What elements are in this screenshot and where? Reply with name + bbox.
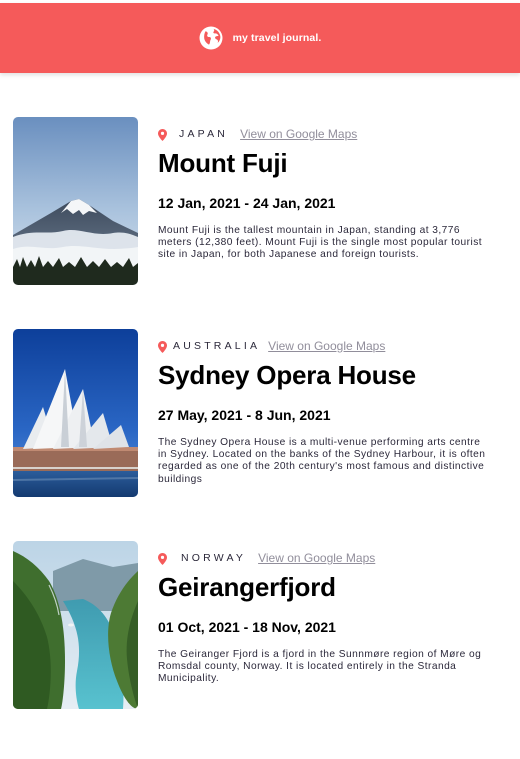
- journal-entry: AUSTRALIA View on Google Maps Sydney Ope…: [13, 329, 508, 499]
- entry-country: JAPAN: [179, 128, 229, 140]
- entry-photo-geirangerfjord: [13, 541, 138, 709]
- location-pin-icon: [158, 128, 167, 141]
- location-pin-icon: [158, 340, 167, 353]
- travel-journal-page: my travel journal. JAPAN View on Google …: [0, 0, 520, 759]
- entry-country: NORWAY: [181, 552, 247, 564]
- entry-description: Mount Fuji is the tallest mountain in Ja…: [158, 225, 483, 261]
- navbar: my travel journal.: [0, 3, 520, 73]
- google-maps-link[interactable]: View on Google Maps: [268, 339, 385, 353]
- entry-dates: 01 Oct, 2021 - 18 Nov, 2021: [158, 619, 336, 635]
- entry-title: Sydney Opera House: [158, 360, 416, 390]
- globe-icon: [199, 26, 223, 50]
- entry-description: The Geiranger Fjord is a fjord in the Su…: [158, 649, 482, 685]
- journal-entry: NORWAY View on Google Maps Geirangerfjor…: [13, 541, 508, 711]
- entry-dates: 27 May, 2021 - 8 Jun, 2021: [158, 407, 331, 423]
- location-row: JAPAN View on Google Maps: [158, 126, 357, 142]
- google-maps-link[interactable]: View on Google Maps: [258, 551, 375, 565]
- entry-country: AUSTRALIA: [173, 340, 261, 352]
- location-row: NORWAY View on Google Maps: [158, 550, 375, 566]
- location-row: AUSTRALIA View on Google Maps: [158, 338, 385, 354]
- navbar-title: my travel journal.: [232, 32, 322, 44]
- entry-dates: 12 Jan, 2021 - 24 Jan, 2021: [158, 195, 336, 211]
- location-pin-icon: [158, 552, 167, 565]
- entry-title: Geirangerfjord: [158, 572, 336, 602]
- navbar-brand[interactable]: my travel journal.: [199, 26, 322, 50]
- entry-title: Mount Fuji: [158, 148, 288, 178]
- entry-description: The Sydney Opera House is a multi-venue …: [158, 437, 486, 485]
- entry-photo-mount-fuji: [13, 117, 138, 285]
- journal-entry: JAPAN View on Google Maps Mount Fuji 12 …: [13, 117, 508, 287]
- google-maps-link[interactable]: View on Google Maps: [240, 127, 357, 141]
- entry-photo-sydney-opera-house: [13, 329, 138, 497]
